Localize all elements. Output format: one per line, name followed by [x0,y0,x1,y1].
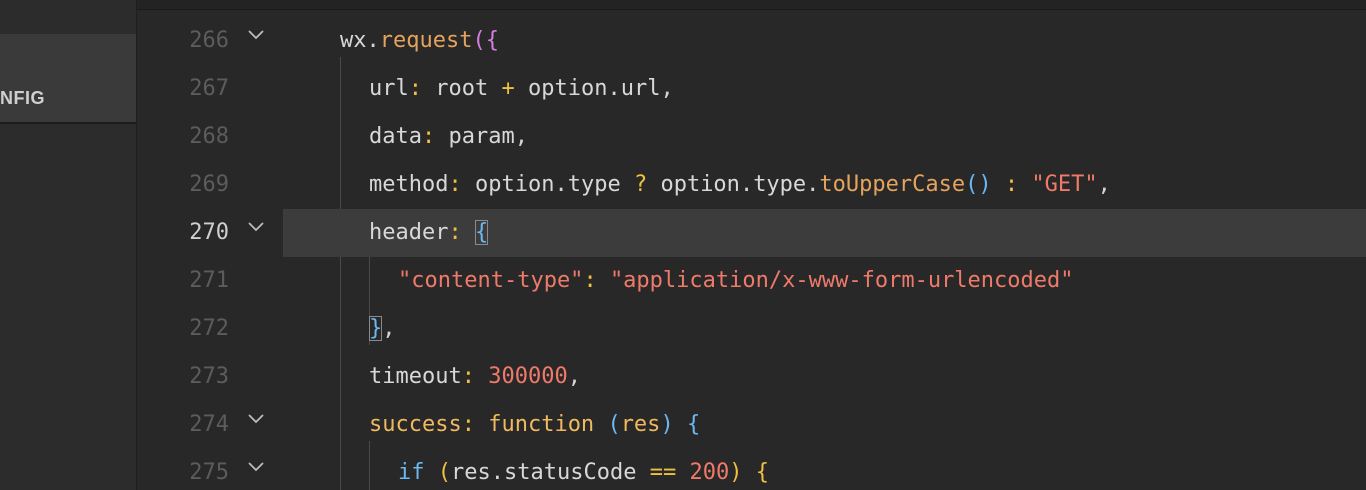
parameter: res [620,412,661,437]
code-line-269[interactable]: method: option.type ? option.type.toUppe… [283,161,1366,209]
punctuation: . [607,76,621,101]
punctuation: , [514,124,528,149]
code-line-266[interactable]: wx.request({ [283,17,1366,65]
punctuation: : [583,268,597,293]
punctuation: : [448,220,462,245]
paren: ) [660,412,674,437]
matched-brace: } [369,316,383,341]
punctuation: : [448,172,462,197]
identifier: res [451,460,491,485]
fold-chevron-icon[interactable] [245,401,267,449]
identifier: wx [340,28,367,53]
paren: ) [729,460,743,485]
line-number: 266 [189,28,229,53]
line-number: 268 [189,124,229,149]
code-area[interactable]: wx.request({ url: root + option.url, dat… [283,9,1366,490]
punctuation: , [382,316,396,341]
brace: { [686,412,701,437]
line-number: 272 [189,316,229,341]
punctuation: , [1097,172,1111,197]
punctuation: . [739,172,754,197]
code-line-271[interactable]: "content-type": "application/x-www-form-… [283,257,1366,305]
identifier: param [448,124,515,149]
keyword: if [398,460,425,485]
punctuation: . [490,460,504,485]
fold-chevron-icon[interactable] [245,17,267,65]
sidebar-section-label: NFIG [0,88,45,108]
identifier: root [435,76,489,101]
property-key: success [369,412,462,437]
operator: ? [633,172,648,197]
function-name: toUpperCase [819,172,966,197]
punctuation: : [408,76,422,101]
sidebar-section-header[interactable]: NFIG [0,34,136,124]
punctuation: . [554,172,568,197]
line-gutter: 266 267 268 269 270 271 272 273 274 275 [137,9,283,490]
number-literal: 300000 [488,364,568,389]
number-literal: 200 [689,460,730,485]
property-key: header [369,220,449,245]
identifier: url [620,76,661,101]
punctuation: . [806,172,820,197]
code-line-274[interactable]: success: function (res) { [283,401,1366,449]
punctuation: . [366,28,380,53]
keyword: function [488,412,595,437]
identifier: option [660,172,740,197]
line-number: 269 [189,172,229,197]
function-name: request [379,28,473,53]
paren: ( [472,28,486,53]
identifier: option [474,172,555,197]
string-literal: "content-type" [398,268,584,293]
identifier: type [567,172,621,197]
operator: : [1004,172,1019,197]
property-key: url [369,76,409,101]
code-line-272[interactable]: }, [283,305,1366,353]
string-literal: "application/x-www-form-urlencoded" [609,268,1074,293]
fold-chevron-icon[interactable] [245,449,267,490]
string-literal: "GET" [1031,172,1098,197]
explorer-sidebar: NFIG [0,0,137,490]
code-line-268[interactable]: data: param, [283,113,1366,161]
operator: + [501,76,515,101]
fold-chevron-icon[interactable] [245,209,267,257]
paren: ( [437,460,451,485]
operator: == [649,460,677,485]
line-number: 275 [189,460,229,485]
paren: () [965,172,992,197]
code-line-273[interactable]: timeout: 300000, [283,353,1366,401]
line-number: 267 [189,76,229,101]
punctuation: : [461,364,475,389]
code-line-267[interactable]: url: root + option.url, [283,65,1366,113]
code-editor[interactable]: 266 267 268 269 270 271 272 273 274 275 wx.reques… [137,0,1366,490]
identifier: statusCode [504,460,637,485]
property-key: timeout [369,364,462,389]
paren: ( [607,412,621,437]
line-number: 271 [189,268,229,293]
identifier: option [527,76,608,101]
identifier: type [753,172,807,197]
punctuation: : [461,412,475,437]
code-line-270[interactable]: header: { [283,209,1366,257]
matched-brace: { [474,220,489,245]
line-number: 273 [189,364,229,389]
line-number: 274 [189,412,229,437]
punctuation: , [660,76,674,101]
brace: { [755,460,769,485]
punctuation: : [421,124,436,149]
code-line-275[interactable]: if (res.statusCode == 200) { [283,449,1366,490]
property-key: data [369,124,422,149]
property-key: method [369,172,449,197]
brace: { [485,28,499,53]
punctuation: , [567,364,581,389]
line-number: 270 [189,220,229,245]
